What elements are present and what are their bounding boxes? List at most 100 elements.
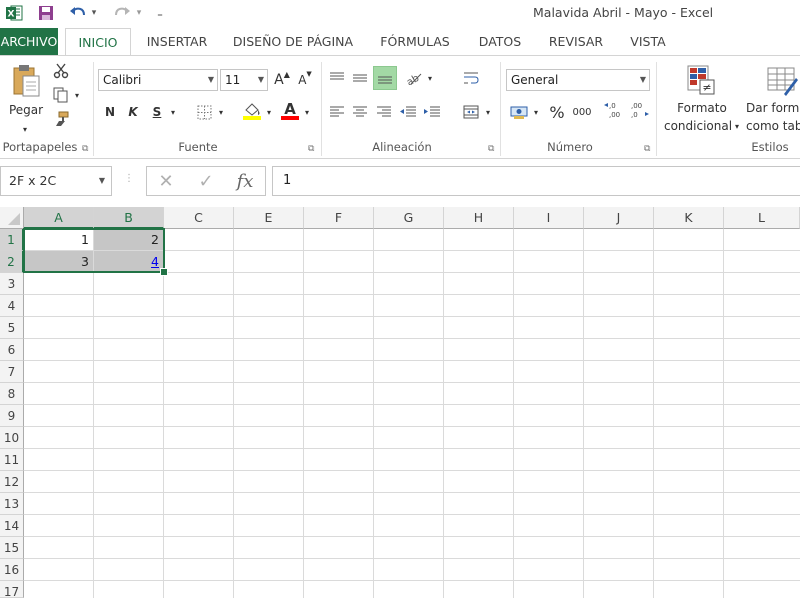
tab-archivo[interactable]: ARCHIVO: [0, 28, 58, 55]
merge-center-icon[interactable]: [460, 101, 482, 123]
underline-dropdown-icon[interactable]: ▾: [168, 101, 178, 123]
fill-handle[interactable]: [160, 268, 168, 276]
row-header-3[interactable]: 3: [0, 273, 24, 295]
cell-b2[interactable]: 4: [94, 251, 164, 273]
tab-diseno-de-pagina[interactable]: DISEÑO DE PÁGINA: [226, 28, 360, 55]
font-color-button[interactable]: A: [279, 100, 301, 122]
row-header-17[interactable]: 17: [0, 581, 24, 599]
align-right-icon[interactable]: [374, 101, 394, 123]
tab-inicio[interactable]: INICIO: [65, 28, 131, 55]
cell-b1[interactable]: 2: [94, 229, 164, 251]
align-left-icon[interactable]: [327, 101, 347, 123]
row-header-9[interactable]: 9: [0, 405, 24, 427]
row-header-4[interactable]: 4: [0, 295, 24, 317]
conditional-formatting-label2[interactable]: condicional: [656, 118, 740, 135]
row-header-12[interactable]: 12: [0, 471, 24, 493]
decrease-indent-icon[interactable]: [398, 101, 418, 123]
decrease-decimal-icon[interactable]: ,00,0: [628, 99, 650, 121]
row-header-16[interactable]: 16: [0, 559, 24, 581]
paste-dropdown-icon[interactable]: ▾: [20, 118, 30, 140]
fill-color-icon[interactable]: [240, 100, 264, 122]
row-header-1[interactable]: 1: [0, 229, 24, 251]
align-top-icon[interactable]: [327, 67, 347, 89]
cell-a1[interactable]: 1: [24, 229, 94, 251]
column-header-a[interactable]: A: [24, 207, 94, 229]
format-as-table-label1[interactable]: Dar forma: [746, 100, 800, 117]
select-all-corner[interactable]: [0, 207, 24, 229]
borders-icon[interactable]: [194, 101, 214, 123]
underline-button[interactable]: S: [148, 101, 166, 123]
chevron-down-icon[interactable]: ▼: [99, 167, 105, 195]
align-middle-icon[interactable]: [350, 67, 370, 89]
tab-vista[interactable]: VISTA: [622, 28, 674, 55]
tab-formulas[interactable]: FÓRMULAS: [372, 28, 458, 55]
column-header-f[interactable]: F: [304, 207, 374, 229]
row-header-13[interactable]: 13: [0, 493, 24, 515]
copy-icon[interactable]: [50, 84, 72, 106]
shrink-font-button[interactable]: A ▼: [295, 69, 315, 91]
copy-dropdown-icon[interactable]: ▾: [72, 84, 82, 106]
column-header-j[interactable]: J: [584, 207, 654, 229]
percent-style-button[interactable]: %: [546, 101, 568, 123]
number-dialog-launcher-icon[interactable]: ⧉: [644, 144, 650, 154]
accounting-format-icon[interactable]: [508, 101, 530, 123]
increase-indent-icon[interactable]: [422, 101, 442, 123]
column-header-c[interactable]: C: [164, 207, 234, 229]
column-header-l[interactable]: L: [724, 207, 800, 229]
formula-input[interactable]: 1: [272, 166, 800, 196]
borders-dropdown-icon[interactable]: ▾: [216, 101, 226, 123]
conditional-formatting-label1[interactable]: Formato: [660, 100, 744, 117]
orientation-icon[interactable]: ab: [403, 67, 425, 89]
name-box[interactable]: 2F x 2C ▼: [0, 166, 112, 196]
format-painter-icon[interactable]: [50, 108, 72, 130]
column-header-h[interactable]: H: [444, 207, 514, 229]
tab-datos[interactable]: DATOS: [470, 28, 530, 55]
column-header-g[interactable]: G: [374, 207, 444, 229]
tab-revisar[interactable]: REVISAR: [542, 28, 610, 55]
font-size-combo[interactable]: 11 ▼: [220, 69, 268, 91]
worksheet-grid[interactable]: A B C E F G H I J K L 1 2 3 4 5 6 7 8 9 …: [0, 207, 800, 599]
row-header-7[interactable]: 7: [0, 361, 24, 383]
merge-dropdown-icon[interactable]: ▾: [483, 101, 493, 123]
enter-icon[interactable]: ✓: [193, 170, 219, 192]
font-dialog-launcher-icon[interactable]: ⧉: [308, 144, 314, 154]
row-header-6[interactable]: 6: [0, 339, 24, 361]
alignment-dialog-launcher-icon[interactable]: ⧉: [488, 144, 494, 154]
insert-function-icon[interactable]: fx: [231, 170, 259, 192]
conditional-formatting-icon[interactable]: ≠: [682, 62, 718, 98]
number-format-combo[interactable]: General ▼: [506, 69, 650, 91]
paste-icon[interactable]: [8, 62, 44, 102]
column-header-i[interactable]: I: [514, 207, 584, 229]
increase-decimal-icon[interactable]: ,0,00: [603, 99, 625, 121]
column-header-k[interactable]: K: [654, 207, 724, 229]
row-header-15[interactable]: 15: [0, 537, 24, 559]
column-header-e[interactable]: E: [234, 207, 304, 229]
cancel-icon[interactable]: ✕: [153, 170, 179, 192]
bold-button[interactable]: N: [101, 101, 119, 123]
row-header-5[interactable]: 5: [0, 317, 24, 339]
align-bottom-icon[interactable]: [373, 66, 397, 90]
align-center-icon[interactable]: [350, 101, 370, 123]
fill-color-dropdown-icon[interactable]: ▾: [264, 101, 274, 123]
tab-insertar[interactable]: INSERTAR: [140, 28, 214, 55]
font-name-combo[interactable]: Calibri ▼: [98, 69, 218, 91]
row-header-2[interactable]: 2: [0, 251, 24, 273]
wrap-text-icon[interactable]: [460, 67, 482, 89]
clipboard-dialog-launcher-icon[interactable]: ⧉: [82, 144, 88, 154]
orientation-dropdown-icon[interactable]: ▾: [425, 67, 435, 89]
accounting-dropdown-icon[interactable]: ▾: [531, 101, 541, 123]
grow-font-button[interactable]: A ▲: [272, 69, 292, 91]
conditional-formatting-dropdown-icon[interactable]: ▾: [733, 118, 741, 135]
italic-button[interactable]: K: [124, 101, 142, 123]
row-header-10[interactable]: 10: [0, 427, 24, 449]
column-header-b[interactable]: B: [94, 207, 164, 229]
row-header-8[interactable]: 8: [0, 383, 24, 405]
row-header-11[interactable]: 11: [0, 449, 24, 471]
comma-style-button[interactable]: 000: [570, 101, 594, 123]
cut-icon[interactable]: [50, 60, 72, 82]
format-as-table-label2[interactable]: como tabla: [746, 118, 800, 135]
paste-button[interactable]: Pegar: [2, 102, 50, 119]
font-color-dropdown-icon[interactable]: ▾: [302, 101, 312, 123]
cell-a2[interactable]: 3: [24, 251, 94, 273]
row-header-14[interactable]: 14: [0, 515, 24, 537]
